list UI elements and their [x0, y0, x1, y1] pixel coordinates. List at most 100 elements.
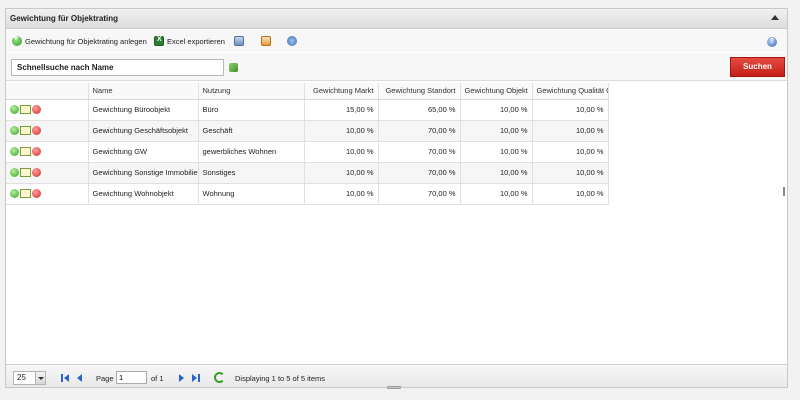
- table-layout-icon: [234, 36, 244, 46]
- page-size-value: 25: [17, 373, 26, 382]
- help-icon[interactable]: ?: [767, 37, 777, 47]
- first-page-bar-icon: [61, 374, 63, 382]
- bottom-resize-grip[interactable]: [387, 386, 401, 389]
- page-number-input[interactable]: [116, 371, 147, 384]
- delete-icon[interactable]: [32, 126, 41, 136]
- add-rating-weight-button[interactable]: Gewichtung für Objektrating anlegen: [12, 33, 147, 46]
- dropdown-arrow-icon: [35, 372, 45, 384]
- cell-objekt: 10,00 %: [460, 141, 533, 163]
- edit-icon[interactable]: [20, 168, 31, 178]
- column-header-actions: [6, 83, 89, 100]
- table-row[interactable]: Gewichtung Büroobjekt Büro 15,00 % 65,00…: [6, 99, 609, 121]
- page-label: Page: [96, 374, 114, 383]
- delete-icon[interactable]: [32, 105, 41, 115]
- page-size-select[interactable]: 25: [13, 371, 46, 385]
- add-rating-weight-label: Gewichtung für Objektrating anlegen: [25, 36, 147, 46]
- table-row[interactable]: Gewichtung Geschäftsobjekt Geschäft 10,0…: [6, 120, 609, 142]
- row-actions: [6, 141, 89, 163]
- approve-icon[interactable]: [10, 189, 19, 199]
- cell-nutzung: Geschäft: [198, 120, 305, 142]
- previous-page-icon[interactable]: [77, 374, 82, 382]
- column-header-nutzung[interactable]: Nutzung: [198, 83, 305, 100]
- cell-nutzung: Büro: [198, 99, 305, 121]
- cell-standort: 70,00 %: [378, 141, 461, 163]
- cell-name: Gewichtung GW: [88, 141, 199, 163]
- cell-markt: 10,00 %: [304, 141, 379, 163]
- table-header-row: Name Nutzung Gewichtung Markt Gewichtung…: [6, 83, 609, 100]
- cell-standort: 70,00 %: [378, 120, 461, 142]
- page-count-label: of 1: [151, 374, 164, 383]
- cell-markt: 10,00 %: [304, 183, 379, 205]
- cell-objekt: 10,00 %: [460, 99, 533, 121]
- edit-icon[interactable]: [20, 105, 31, 115]
- cell-name: Gewichtung Büroobjekt: [88, 99, 199, 121]
- cell-markt: 15,00 %: [304, 99, 379, 121]
- cell-objekt: 10,00 %: [460, 120, 533, 142]
- cell-markt: 10,00 %: [304, 162, 379, 184]
- cell-nutzung: gewerbliches Wohnen: [198, 141, 305, 163]
- search-button[interactable]: Suchen: [730, 57, 785, 77]
- delete-icon[interactable]: [32, 168, 41, 178]
- table-row[interactable]: Gewichtung Wohnobjekt Wohnung 10,00 % 70…: [6, 183, 609, 205]
- cell-name: Gewichtung Geschäftsobjekt: [88, 120, 199, 142]
- approve-icon[interactable]: [10, 168, 19, 178]
- edit-icon[interactable]: [20, 147, 31, 157]
- delete-icon[interactable]: [32, 147, 41, 157]
- cell-markt: 10,00 %: [304, 120, 379, 142]
- cell-qualitaet: 10,00 %: [532, 162, 609, 184]
- column-header-name[interactable]: Name: [88, 83, 199, 100]
- cell-name: Gewichtung Sonstige Immobilien: [88, 162, 199, 184]
- column-header-gewichtung-standort[interactable]: Gewichtung Standort: [378, 83, 461, 100]
- first-page-icon[interactable]: [64, 374, 69, 382]
- reset-toolbar-button[interactable]: [287, 36, 297, 46]
- excel-icon: [154, 36, 164, 46]
- last-page-icon[interactable]: [192, 374, 197, 382]
- row-actions: [6, 183, 89, 205]
- row-actions: [6, 120, 89, 142]
- panel-title: Gewichtung für Objektrating: [10, 14, 119, 23]
- settings-toolbar-button[interactable]: [261, 36, 271, 46]
- panel-header: Gewichtung für Objektrating: [6, 9, 787, 29]
- column-header-gewichtung-objekt[interactable]: Gewichtung Objekt: [460, 83, 533, 100]
- cell-standort: 70,00 %: [378, 183, 461, 205]
- cell-nutzung: Wohnung: [198, 183, 305, 205]
- reset-icon: [287, 36, 297, 46]
- last-page-bar-icon: [198, 374, 200, 382]
- row-actions: [6, 162, 89, 184]
- app-window: Gewichtung für Objektrating Gewichtung f…: [0, 0, 800, 400]
- approve-icon[interactable]: [10, 126, 19, 136]
- cell-qualitaet: 10,00 %: [532, 99, 609, 121]
- refresh-icon[interactable]: [214, 372, 225, 383]
- approve-icon[interactable]: [10, 147, 19, 157]
- delete-icon[interactable]: [32, 189, 41, 199]
- excel-export-button[interactable]: Excel exportieren: [154, 36, 225, 46]
- excel-export-label: Excel exportieren: [167, 36, 225, 46]
- edit-icon[interactable]: [20, 126, 31, 136]
- cell-qualitaet: 10,00 %: [532, 183, 609, 205]
- panel-resize-handle[interactable]: [783, 187, 785, 196]
- approve-icon[interactable]: [10, 105, 19, 115]
- cell-objekt: 10,00 %: [460, 162, 533, 184]
- row-actions: [6, 99, 89, 121]
- cell-qualitaet: 10,00 %: [532, 141, 609, 163]
- rating-weight-table: Name Nutzung Gewichtung Markt Gewichtung…: [6, 83, 609, 205]
- search-row: Suchen: [6, 53, 787, 81]
- column-header-gewichtung-markt[interactable]: Gewichtung Markt: [304, 83, 379, 100]
- layout-toolbar-button[interactable]: [234, 36, 244, 46]
- cell-nutzung: Sonstiges: [198, 162, 305, 184]
- edit-icon[interactable]: [20, 189, 31, 199]
- cell-name: Gewichtung Wohnobjekt: [88, 183, 199, 205]
- search-clear-icon[interactable]: [229, 63, 238, 72]
- pagination-bar: 25 Page of 1 Displaying 1 to 5 of 5 item…: [6, 364, 787, 387]
- column-header-gewichtung-qualitaet[interactable]: Gewichtung Qualität O: [532, 83, 609, 100]
- cell-standort: 70,00 %: [378, 162, 461, 184]
- table-row[interactable]: Gewichtung GW gewerbliches Wohnen 10,00 …: [6, 141, 609, 163]
- collapse-up-icon[interactable]: [771, 15, 779, 20]
- cell-qualitaet: 10,00 %: [532, 120, 609, 142]
- objektrating-panel: Gewichtung für Objektrating Gewichtung f…: [5, 8, 788, 388]
- next-page-icon[interactable]: [179, 374, 184, 382]
- quick-search-input[interactable]: [11, 59, 224, 76]
- table-row[interactable]: Gewichtung Sonstige Immobilien Sonstiges…: [6, 162, 609, 184]
- cell-standort: 65,00 %: [378, 99, 461, 121]
- toolbar: Gewichtung für Objektrating anlegen Exce…: [6, 30, 787, 52]
